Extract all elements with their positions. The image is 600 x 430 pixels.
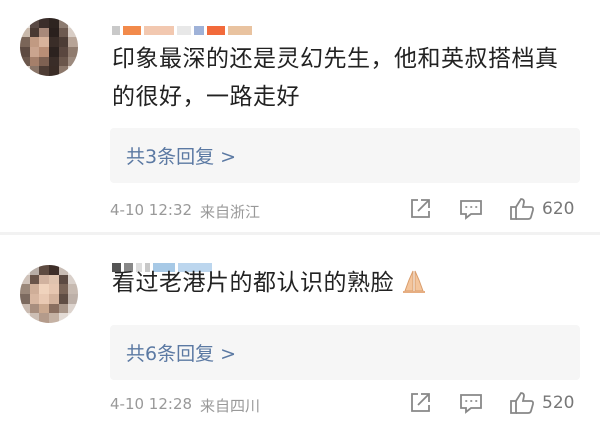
comment-text: 看过老港片的都认识的熟脸 — [112, 264, 574, 307]
share-button[interactable] — [407, 196, 433, 222]
comment-text: 印象最深的还是灵幻先生，他和英叔搭档真的很好，一路走好 — [112, 46, 559, 110]
comment-location: 来自浙江 — [200, 203, 261, 221]
comment-location: 来自四川 — [200, 397, 261, 415]
comment-item: 看过老港片的都认识的熟脸 共6条回复 > 4-10 12:28 来自四川 520 — [0, 235, 600, 430]
thumbs-up-icon — [510, 198, 535, 220]
comment-text-content: 看过老港片的都认识的熟脸 — [112, 270, 394, 296]
like-count: 620 — [542, 199, 575, 219]
comment-button[interactable] — [458, 196, 484, 222]
like-count: 520 — [542, 393, 575, 413]
comment-date: 4-10 12:28 — [110, 395, 193, 413]
comment-meta: 4-10 12:32 来自浙江 — [110, 201, 260, 222]
comment-icon — [460, 200, 482, 220]
thumbs-up-icon — [510, 392, 535, 414]
comment-item: 印象最深的还是灵幻先生，他和英叔搭档真的很好，一路走好 共3条回复 > 4-10… — [0, 0, 600, 232]
share-button[interactable] — [407, 390, 433, 416]
share-icon — [411, 199, 430, 218]
replies-link[interactable]: 共3条回复 > — [110, 128, 580, 183]
avatar[interactable] — [20, 18, 78, 76]
folded-hands-icon — [400, 267, 428, 307]
like-button[interactable]: 520 — [508, 390, 574, 416]
share-icon — [411, 393, 430, 412]
comment-meta: 4-10 12:28 来自四川 — [110, 395, 260, 416]
avatar[interactable] — [20, 265, 78, 323]
comment-icon — [460, 394, 482, 414]
replies-link[interactable]: 共6条回复 > — [110, 325, 580, 380]
username-obscured[interactable] — [112, 20, 252, 40]
like-button[interactable]: 620 — [508, 196, 574, 222]
comment-button[interactable] — [458, 390, 484, 416]
comment-date: 4-10 12:32 — [110, 201, 193, 219]
